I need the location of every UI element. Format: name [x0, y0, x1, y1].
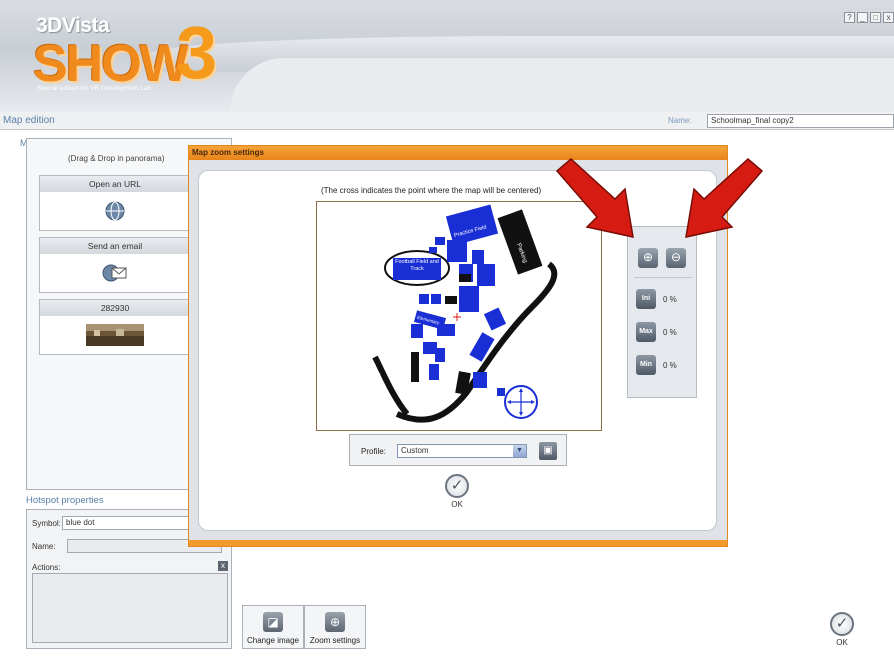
- maximize-icon[interactable]: □: [870, 12, 881, 23]
- min-zoom-button[interactable]: Min: [636, 355, 656, 375]
- dialog-ok-button[interactable]: ✓ OK: [445, 474, 469, 509]
- dialog-ok-label: OK: [451, 500, 463, 509]
- window-controls: ? _ □ x: [844, 12, 894, 23]
- map-label-football: Football Field and Track: [395, 259, 439, 272]
- dialog-bottom-bar: [189, 540, 727, 546]
- logo-version: 3: [176, 11, 218, 94]
- title-row: Map edition Name: Schoolmap_final copy2: [0, 112, 894, 130]
- red-arrow-icon: [685, 157, 764, 238]
- ok-label: OK: [836, 638, 848, 647]
- panorama-thumbnail: [86, 324, 144, 346]
- instruction-text: (The cross indicates the point where the…: [321, 186, 542, 195]
- logo-product: SHOW: [33, 35, 189, 93]
- media-item-title: 282930: [40, 300, 190, 316]
- minimize-icon[interactable]: _: [857, 12, 868, 23]
- media-item-send-email[interactable]: Send an email: [39, 237, 191, 293]
- zoom-settings-button[interactable]: ⊕ Zoom settings: [304, 605, 366, 649]
- min-zoom-value: 0 %: [663, 360, 677, 370]
- zoom-out-button[interactable]: ⊖: [666, 248, 686, 268]
- divider: [634, 277, 692, 278]
- hotspot-properties-label: Hotspot properties: [26, 495, 104, 506]
- checkmark-icon: ✓: [830, 612, 854, 636]
- zoom-settings-label: Zoom settings: [309, 636, 361, 645]
- zoom-icon: ⊕: [325, 612, 345, 632]
- red-arrow-icon: [555, 157, 634, 238]
- hotspot-name-label: Name:: [32, 542, 56, 551]
- actions-label: Actions:: [32, 563, 61, 572]
- map-zoom-settings-dialog: Map zoom settings (The cross indicates t…: [188, 145, 728, 547]
- bottom-toolbar: ◪ Change image ⊕ Zoom settings: [242, 605, 366, 649]
- zoom-in-icon: ⊕: [642, 250, 654, 264]
- name-label: Name:: [668, 116, 692, 125]
- main-ok-button[interactable]: ✓ OK: [830, 612, 854, 647]
- profile-box: Profile: Custom ▼ ▣: [349, 434, 567, 466]
- media-item-title: Send an email: [40, 238, 190, 254]
- email-icon: [102, 264, 127, 282]
- actions-list[interactable]: [32, 573, 228, 643]
- profile-select[interactable]: Custom ▼: [397, 444, 527, 458]
- dialog-title: Map zoom settings: [189, 146, 727, 160]
- app-header: 3DVista SHOW 3 Special edition for VR De…: [0, 0, 894, 112]
- zoom-in-button[interactable]: ⊕: [638, 248, 658, 268]
- zoom-row-max: Max 0 %: [636, 322, 677, 342]
- change-image-button[interactable]: ◪ Change image: [242, 605, 304, 649]
- media-item-panorama[interactable]: 282930: [39, 299, 191, 355]
- compass-rose: [504, 385, 538, 419]
- zoom-out-icon: ⊖: [670, 250, 682, 264]
- globe-icon: [105, 201, 125, 221]
- close-icon[interactable]: x: [883, 12, 894, 23]
- zoom-controls-panel: ⊕ ⊖ Ini 0 % Max 0 % Min 0 %: [627, 226, 697, 398]
- max-zoom-value: 0 %: [663, 327, 677, 337]
- center-cross: [453, 313, 461, 321]
- chevron-down-icon[interactable]: ▼: [513, 445, 526, 457]
- zoom-row-initial: Ini 0 %: [636, 289, 677, 309]
- symbol-label: Symbol:: [32, 519, 61, 528]
- max-zoom-button[interactable]: Max: [636, 322, 656, 342]
- checkmark-icon: ✓: [445, 474, 469, 498]
- initial-zoom-button[interactable]: Ini: [636, 289, 656, 309]
- initial-zoom-value: 0 %: [663, 294, 677, 304]
- image-icon: ◪: [263, 612, 283, 632]
- map-name-field[interactable]: Schoolmap_final copy2: [707, 114, 894, 128]
- logo-subtitle: Special edition for VR Development Lab: [37, 86, 151, 92]
- help-icon[interactable]: ?: [844, 12, 855, 23]
- zoom-row-min: Min 0 %: [636, 355, 677, 375]
- close-icon[interactable]: x: [218, 561, 228, 571]
- profile-select-value: Custom: [401, 446, 429, 455]
- header-swoosh-lower: [230, 58, 894, 112]
- media-item-title: Open an URL: [40, 176, 190, 192]
- change-image-label: Change image: [246, 636, 300, 645]
- media-item-open-url[interactable]: Open an URL: [39, 175, 191, 231]
- page-title: Map edition: [3, 115, 55, 126]
- profile-label: Profile:: [361, 447, 386, 456]
- save-profile-icon[interactable]: ▣: [539, 442, 557, 460]
